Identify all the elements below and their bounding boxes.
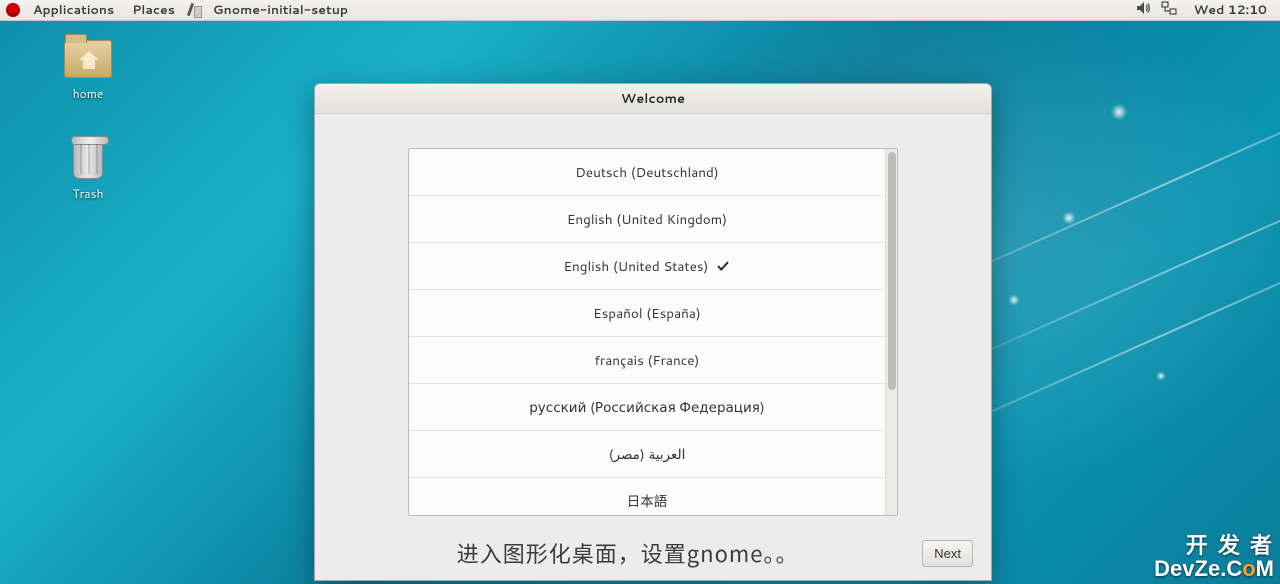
top-panel: Applications Places Gnome-initial-setup … (0, 0, 1280, 21)
language-label: Español (España) (593, 304, 701, 323)
distro-icon (6, 3, 20, 17)
desktop-icon-trash[interactable]: Trash (45, 136, 131, 202)
language-option-selected[interactable]: English (United States) (409, 243, 885, 290)
language-label: русский (Российская Федерация) (529, 398, 765, 417)
clock[interactable]: Wed 12:10 (1187, 0, 1274, 20)
language-label: English (United Kingdom) (567, 210, 727, 229)
folder-home-icon (63, 36, 113, 82)
watermark: 开 发 者 DevZe.CoM (1154, 534, 1274, 580)
footer-note: 进入图形化桌面，设置gnome。。 (333, 537, 922, 569)
desktop-icon-label: Trash (45, 185, 131, 202)
language-list[interactable]: Deutsch (Deutschland) English (United Ki… (409, 149, 885, 515)
desktop-icon-label: home (45, 85, 131, 102)
places-menu[interactable]: Places (125, 0, 182, 20)
desktop-background: home Trash Welcome Deutsch (Deutschland)… (0, 21, 1280, 584)
scroll-thumb[interactable] (888, 152, 896, 390)
initial-setup-window: Welcome Deutsch (Deutschland) English (U… (314, 83, 992, 581)
desktop-icon-home[interactable]: home (45, 36, 131, 102)
language-list-frame: Deutsch (Deutschland) English (United Ki… (408, 148, 898, 516)
language-label: Deutsch (Deutschland) (575, 163, 719, 182)
language-option[interactable]: العربية (مصر) (409, 431, 885, 478)
active-app-label[interactable]: Gnome-initial-setup (206, 0, 355, 20)
language-option[interactable]: русский (Российская Федерация) (409, 384, 885, 431)
scrollbar[interactable] (885, 149, 897, 515)
language-label: English (United States) (564, 257, 709, 276)
language-label: العربية (مصر) (609, 445, 686, 464)
applications-menu[interactable]: Applications (26, 0, 121, 20)
trash-icon (63, 136, 113, 182)
language-label: 日本語 (627, 490, 668, 511)
next-button[interactable]: Next (922, 540, 973, 567)
window-title: Welcome (315, 84, 991, 114)
network-icon[interactable] (1161, 1, 1177, 20)
check-icon (716, 259, 730, 273)
language-option[interactable]: Deutsch (Deutschland) (409, 149, 885, 196)
language-option[interactable]: Español (España) (409, 290, 885, 337)
volume-icon[interactable] (1135, 1, 1151, 20)
language-option[interactable]: English (United Kingdom) (409, 196, 885, 243)
language-option[interactable]: français (France) (409, 337, 885, 384)
dialog-footer: 进入图形化桌面，设置gnome。。 Next (315, 526, 991, 580)
app-indicator-icon (186, 2, 202, 18)
language-label: français (France) (595, 351, 700, 370)
language-option[interactable]: 日本語 (409, 478, 885, 515)
